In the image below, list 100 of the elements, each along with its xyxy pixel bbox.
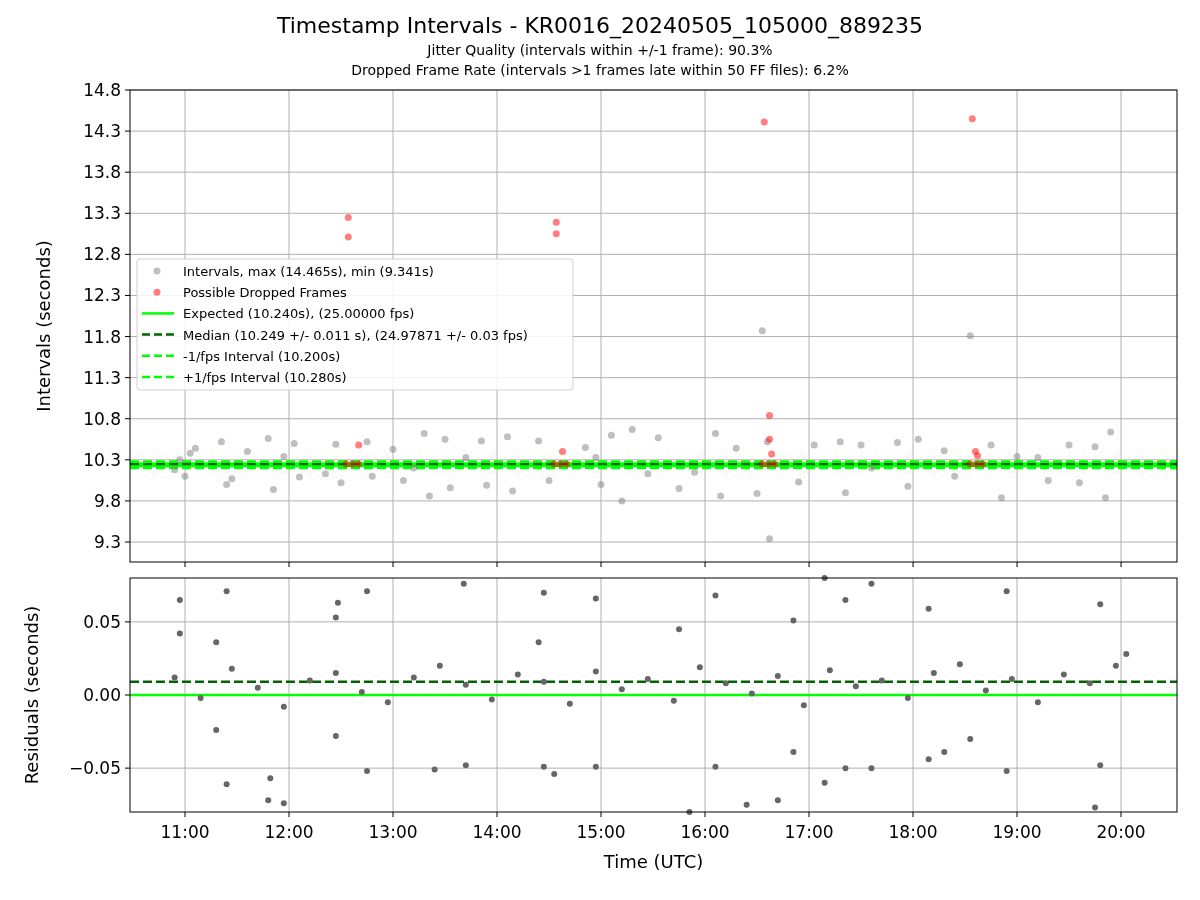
tick-label: 12:00 bbox=[264, 822, 314, 842]
data-point bbox=[628, 425, 636, 433]
data-point bbox=[841, 489, 849, 497]
tick-label: 14.8 bbox=[83, 80, 121, 100]
data-point bbox=[566, 700, 573, 707]
data-point bbox=[893, 439, 901, 447]
data-point bbox=[1044, 476, 1052, 484]
data-point bbox=[644, 470, 652, 478]
data-point bbox=[389, 445, 397, 453]
data-point bbox=[790, 617, 797, 624]
data-point bbox=[758, 327, 766, 335]
data-point bbox=[743, 801, 750, 808]
data-point bbox=[535, 639, 542, 646]
data-point bbox=[868, 580, 875, 587]
legend-line-icon bbox=[142, 312, 174, 315]
chart-subtitle: Dropped Frame Rate (intervals >1 frames late within 50 FF files): 6.2% bbox=[351, 61, 849, 80]
data-point bbox=[597, 481, 605, 488]
data-point bbox=[217, 438, 225, 446]
data-point bbox=[462, 762, 469, 769]
data-point bbox=[592, 763, 599, 770]
legend-line-icon bbox=[142, 333, 174, 336]
data-point bbox=[358, 689, 365, 696]
data-point bbox=[940, 447, 948, 455]
data-point bbox=[488, 696, 495, 703]
data-point bbox=[431, 766, 438, 773]
data-point bbox=[540, 589, 547, 596]
data-point bbox=[267, 775, 274, 782]
data-point bbox=[987, 441, 995, 449]
data-point bbox=[264, 434, 272, 442]
data-point bbox=[618, 497, 626, 505]
data-point bbox=[171, 674, 178, 681]
data-point bbox=[842, 596, 849, 603]
data-point bbox=[1112, 662, 1119, 669]
data-point bbox=[295, 473, 303, 481]
data-point bbox=[254, 684, 261, 691]
axis-title: Residuals (seconds) bbox=[21, 605, 42, 785]
data-point bbox=[1097, 601, 1104, 608]
data-point bbox=[592, 595, 599, 602]
data-point bbox=[477, 437, 485, 445]
data-point bbox=[982, 687, 989, 694]
data-point bbox=[213, 727, 220, 734]
data-point bbox=[552, 218, 560, 226]
data-point bbox=[857, 441, 865, 449]
data-point bbox=[269, 485, 277, 493]
data-point bbox=[344, 213, 352, 221]
tick-label: 13:00 bbox=[368, 822, 418, 842]
data-point bbox=[644, 675, 651, 682]
data-point bbox=[332, 670, 339, 677]
data-point bbox=[509, 487, 517, 495]
data-point bbox=[213, 639, 220, 646]
tick-label: 20:00 bbox=[1096, 822, 1146, 842]
data-point bbox=[176, 456, 184, 464]
data-point bbox=[968, 115, 976, 123]
data-point bbox=[171, 466, 179, 474]
data-point bbox=[280, 703, 287, 710]
tick-label: 13.3 bbox=[83, 203, 121, 224]
legend-marker-icon bbox=[153, 267, 161, 275]
data-point bbox=[836, 438, 844, 446]
data-point bbox=[760, 118, 768, 126]
tick-label: 15:00 bbox=[576, 822, 626, 842]
data-point bbox=[1107, 428, 1115, 436]
tick-label: 17:00 bbox=[784, 822, 834, 842]
legend-label: Expected (10.240s), (25.00000 fps) bbox=[183, 306, 415, 322]
tick-label: 9.8 bbox=[93, 490, 121, 511]
data-point bbox=[441, 435, 449, 443]
data-point bbox=[223, 781, 230, 788]
tick-label: 19:00 bbox=[992, 822, 1042, 842]
data-point bbox=[821, 779, 828, 786]
axis-title: Time (UTC) bbox=[603, 851, 704, 872]
data-point bbox=[176, 630, 183, 637]
data-point bbox=[321, 470, 329, 478]
data-point bbox=[223, 588, 230, 595]
tick-label: 11.3 bbox=[83, 367, 121, 388]
data-point bbox=[790, 749, 797, 756]
tick-label: 10.3 bbox=[83, 449, 121, 470]
legend-label: Possible Dropped Frames bbox=[183, 285, 347, 301]
data-point bbox=[930, 670, 937, 677]
data-point bbox=[181, 472, 189, 480]
data-point bbox=[1091, 443, 1099, 451]
data-point bbox=[1013, 453, 1021, 461]
data-point bbox=[332, 614, 339, 621]
tick-label: 14.3 bbox=[83, 121, 121, 142]
tick-label: 12.8 bbox=[83, 244, 121, 265]
data-point bbox=[334, 599, 341, 606]
data-point bbox=[878, 677, 885, 684]
legend-label: -1/fps Interval (10.200s) bbox=[183, 348, 341, 364]
data-point bbox=[420, 430, 428, 438]
data-point bbox=[290, 439, 298, 447]
data-point bbox=[696, 664, 703, 671]
data-point bbox=[545, 476, 553, 484]
tick-label: 13.8 bbox=[83, 162, 121, 183]
legend-label: +1/fps Interval (10.280s) bbox=[183, 370, 347, 385]
data-point bbox=[748, 690, 755, 697]
data-point bbox=[732, 444, 740, 452]
data-point bbox=[446, 484, 454, 492]
data-point bbox=[540, 763, 547, 770]
data-point bbox=[462, 681, 469, 688]
tick-label: 11.8 bbox=[83, 326, 121, 347]
data-point bbox=[1092, 804, 1099, 811]
data-point bbox=[280, 800, 287, 807]
